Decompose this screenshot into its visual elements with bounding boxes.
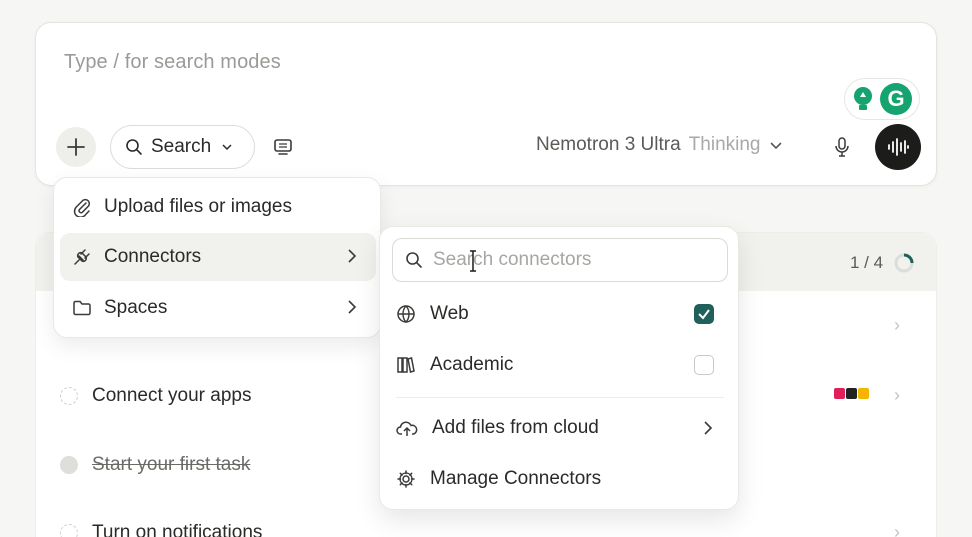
search-mode-button[interactable]: Search xyxy=(110,125,255,169)
academic-checkbox[interactable] xyxy=(694,355,714,375)
checklist-progress: 1 / 4 xyxy=(850,252,915,274)
microphone-button[interactable] xyxy=(826,131,858,163)
microphone-icon xyxy=(835,137,849,157)
checklist-task[interactable]: Start your first task xyxy=(60,454,250,476)
paperclip-icon xyxy=(73,198,90,217)
monitor-icon xyxy=(274,139,292,155)
connector-label: Add files from cloud xyxy=(432,417,599,438)
chevron-down-icon xyxy=(222,144,232,151)
task-label: Start your first task xyxy=(92,454,251,475)
search-icon xyxy=(126,139,142,155)
menu-item-label: Connectors xyxy=(104,246,202,267)
task-status-icon xyxy=(60,524,78,537)
task-label: Turn on notifications xyxy=(92,522,263,537)
menu-item-label: Upload files or images xyxy=(104,196,292,217)
checkmark-icon xyxy=(698,309,710,320)
cloud-upload-icon xyxy=(396,421,418,436)
chevron-right-icon xyxy=(348,249,357,263)
computer-mode-button[interactable] xyxy=(265,129,301,165)
connectors-search-input[interactable]: Search connectors xyxy=(392,238,728,282)
web-checkbox[interactable] xyxy=(694,304,714,324)
model-thinking-label: Thinking xyxy=(688,134,761,155)
globe-icon xyxy=(397,305,415,323)
chevron-right-icon xyxy=(704,421,713,435)
checklist-task[interactable]: Turn on notifications xyxy=(60,522,262,537)
voice-mode-button[interactable] xyxy=(875,124,921,170)
gear-icon xyxy=(397,470,415,488)
connector-label: Web xyxy=(430,303,469,324)
chevron-down-icon xyxy=(769,142,782,150)
menu-item-spaces[interactable]: Spaces xyxy=(60,284,376,332)
model-selector[interactable]: Nemotron 3 Ultra Thinking xyxy=(536,134,783,156)
books-icon xyxy=(397,357,415,373)
chevron-right-icon[interactable]: › xyxy=(894,385,900,406)
connector-add-cloud-files[interactable]: Add files from cloud xyxy=(396,408,728,448)
app-icons xyxy=(834,388,869,399)
text-cursor-icon xyxy=(470,250,476,272)
menu-divider xyxy=(396,397,724,398)
notion-icon xyxy=(846,388,857,399)
manage-connectors-item[interactable]: Manage Connectors xyxy=(396,459,728,499)
composer-input[interactable]: Type / for search modes xyxy=(64,51,281,74)
model-name: Nemotron 3 Ultra xyxy=(536,134,681,155)
add-button[interactable] xyxy=(56,127,96,167)
search-icon xyxy=(406,252,422,268)
task-check-icon xyxy=(60,456,78,474)
chevron-right-icon[interactable]: › xyxy=(894,522,900,537)
progress-ring-icon xyxy=(894,253,914,273)
search-mode-label: Search xyxy=(151,136,212,157)
plug-icon xyxy=(74,249,90,265)
google-drive-icon xyxy=(858,388,869,399)
menu-item-upload[interactable]: Upload files or images xyxy=(60,183,376,231)
composer: Type / for search modes G Search Nemotro… xyxy=(35,22,937,186)
chevron-right-icon[interactable]: › xyxy=(894,315,900,336)
checklist-task[interactable]: Connect your apps xyxy=(60,385,252,407)
menu-item-connectors[interactable]: Connectors xyxy=(60,233,376,281)
chevron-right-icon xyxy=(348,300,357,314)
menu-item-label: Spaces xyxy=(104,297,168,318)
checklist-progress-label: 1 / 4 xyxy=(850,253,884,272)
waveform-icon xyxy=(888,138,909,156)
connector-academic[interactable]: Academic xyxy=(396,345,728,385)
connector-label: Academic xyxy=(430,354,514,375)
connector-label: Manage Connectors xyxy=(430,468,602,489)
folder-icon xyxy=(73,300,91,316)
slack-icon xyxy=(834,388,845,399)
connectors-menu: Search connectors Web Academic Add files… xyxy=(379,226,739,510)
plus-icon xyxy=(67,138,85,156)
connector-web[interactable]: Web xyxy=(396,294,728,334)
connectors-search-placeholder: Search connectors xyxy=(433,249,592,270)
grammarly-widget[interactable]: G xyxy=(844,78,920,120)
task-label: Connect your apps xyxy=(92,385,252,406)
lightbulb-icon[interactable] xyxy=(852,86,874,112)
add-menu: Upload files or images Connectors Spaces xyxy=(53,177,381,338)
task-status-icon xyxy=(60,387,78,405)
grammarly-icon[interactable]: G xyxy=(880,83,912,115)
